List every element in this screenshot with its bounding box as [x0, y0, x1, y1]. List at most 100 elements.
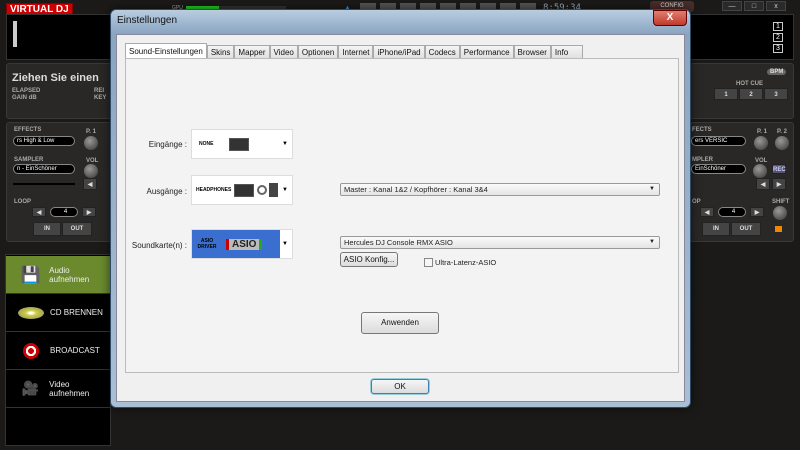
dropdown-arrow-icon: ▼: [282, 141, 288, 147]
tab-mapper[interactable]: Mapper: [234, 45, 270, 58]
inputs-label: Eingänge :: [148, 140, 187, 149]
right-p2-label: P. 2: [777, 129, 787, 135]
hot-cue-3[interactable]: 3: [764, 88, 788, 100]
apply-button[interactable]: Anwenden: [361, 312, 439, 334]
cd-icon: [16, 303, 46, 323]
key-label: KEY: [94, 95, 107, 101]
sampler-progress: [13, 183, 75, 185]
camera-icon: 🎥: [21, 380, 40, 396]
bpm-button[interactable]: BPM: [767, 69, 787, 75]
prev-button[interactable]: ◀: [83, 178, 97, 190]
tab-sound[interactable]: Sound-Einstellungen: [125, 43, 207, 58]
pitch-slider[interactable]: [13, 21, 17, 47]
dropdown-arrow-icon: ▼: [282, 241, 288, 247]
laptop-icon: [229, 137, 250, 151]
shift-knob[interactable]: [773, 206, 787, 220]
minimize-button[interactable]: —: [722, 1, 742, 11]
vol-label: VOL: [86, 158, 99, 164]
dropdown-arrow-icon: ▼: [649, 186, 655, 192]
headphones-icon: [257, 185, 268, 195]
loop-in-button[interactable]: IN: [33, 222, 61, 236]
tab-internet[interactable]: Internet: [338, 45, 374, 58]
deck-3-button[interactable]: 3: [773, 44, 783, 53]
sampler-select[interactable]: n - EinSchöner: [13, 164, 75, 174]
tab-bar: Sound-Einstellungen Skins Mapper Video O…: [125, 43, 584, 58]
tab-performance[interactable]: Performance: [459, 45, 514, 58]
tab-iphone[interactable]: iPhone/iPad: [373, 45, 425, 58]
loop-next-button[interactable]: ▶: [82, 207, 96, 217]
right-loop-in-button[interactable]: IN: [702, 222, 730, 236]
laptop-icon: [234, 183, 255, 197]
right-effect-select[interactable]: ers VERSIC: [691, 136, 746, 146]
hot-cue-1[interactable]: 1: [714, 88, 738, 100]
ultra-latency-checkbox[interactable]: [424, 258, 433, 267]
soundcard-device-value: Hercules DJ Console RMX ASIO: [344, 238, 453, 247]
deck-title: Ziehen Sie einen: [12, 72, 99, 84]
right-vol-knob[interactable]: [753, 164, 767, 178]
deck-2-button[interactable]: 2: [773, 33, 783, 42]
sidebar-label: CD BRENNEN: [50, 308, 103, 317]
soundcard-device-combo[interactable]: Hercules DJ Console RMX ASIO ▼: [340, 236, 660, 249]
effects-label: EFFECTS: [14, 127, 42, 133]
tab-info[interactable]: Info: [550, 45, 584, 58]
floppy-icon: 💾: [20, 266, 41, 284]
effect-select[interactable]: rs High & Low: [13, 136, 75, 146]
loop-prev-button[interactable]: ◀: [32, 207, 46, 217]
ultra-latency-label: Ultra-Latenz-ASIO: [435, 258, 497, 267]
outputs-channel-value: Master : Kanal 1&2 / Kopfhörer : Kanal 3…: [344, 185, 488, 194]
lock-icon[interactable]: [775, 226, 782, 232]
dialog-close-button[interactable]: X: [653, 10, 687, 26]
tab-video[interactable]: Video: [269, 45, 298, 58]
vol-knob[interactable]: [84, 164, 98, 178]
loop-select[interactable]: 4: [50, 207, 78, 217]
right-vol-label: VOL: [755, 158, 768, 164]
right-loop-label: OP: [692, 199, 701, 205]
sampler-label: SAMPLER: [14, 157, 44, 163]
remain-label: REI: [94, 88, 105, 94]
soundcard-select[interactable]: ASIO DRIVER ASIO ▼: [191, 229, 293, 259]
dialog-body: Sound-Einstellungen Skins Mapper Video O…: [116, 34, 685, 402]
asio-config-button[interactable]: ASIO Konfig...: [340, 252, 398, 267]
sidebar-item-video[interactable]: 🎥 Video aufnehmen: [6, 370, 110, 408]
sidebar-label: BROADCAST: [50, 346, 100, 355]
right-p2-knob[interactable]: [775, 136, 789, 150]
settings-dialog: Einstellungen X Sound-Einstellungen Skin…: [110, 9, 691, 408]
outputs-channel-combo[interactable]: Master : Kanal 1&2 / Kopfhörer : Kanal 3…: [340, 183, 660, 196]
rec-button[interactable]: REC: [772, 164, 786, 174]
right-loop-out-button[interactable]: OUT: [731, 222, 761, 236]
right-prev-button[interactable]: ◀: [756, 178, 770, 190]
p1-label: P. 1: [86, 129, 96, 135]
tab-codecs[interactable]: Codecs: [424, 45, 460, 58]
right-loop-prev-button[interactable]: ◀: [700, 207, 714, 217]
right-sampler-select[interactable]: EinSchöner: [691, 164, 746, 174]
right-p1-knob[interactable]: [754, 136, 768, 150]
sidebar-label: Video aufnehmen: [49, 379, 90, 398]
sidebar-item-cd[interactable]: CD BRENNEN: [6, 294, 110, 332]
right-loop-select[interactable]: 4: [718, 207, 746, 217]
outputs-select[interactable]: HEADPHONES ▼: [191, 175, 293, 205]
ok-button[interactable]: OK: [371, 379, 429, 394]
tab-options[interactable]: Optionen: [297, 45, 339, 58]
soundcard-value: ASIO DRIVER: [197, 238, 217, 250]
deck-1-button[interactable]: 1: [773, 22, 783, 31]
window-controls: — □ x: [722, 1, 786, 11]
dropdown-arrow-icon: ▼: [282, 187, 288, 193]
broadcast-icon: [16, 341, 46, 361]
gain-label: GAIN dB: [12, 95, 37, 101]
inputs-select[interactable]: NONE ▼: [191, 129, 293, 159]
shift-label: SHIFT: [772, 199, 790, 205]
dropdown-arrow-icon: ▼: [649, 239, 655, 245]
close-button[interactable]: x: [766, 1, 786, 11]
hot-cue-2[interactable]: 2: [739, 88, 763, 100]
loop-out-button[interactable]: OUT: [62, 222, 92, 236]
outputs-value: HEADPHONES: [196, 187, 232, 193]
sidebar-item-broadcast[interactable]: BROADCAST: [6, 332, 110, 370]
sound-settings-panel: Eingänge : NONE ▼ Ausgänge : HEADPHONES …: [125, 58, 679, 373]
right-loop-next-button[interactable]: ▶: [750, 207, 764, 217]
maximize-button[interactable]: □: [744, 1, 764, 11]
p1-knob[interactable]: [84, 136, 98, 150]
right-next-button[interactable]: ▶: [772, 178, 786, 190]
tab-skins[interactable]: Skins: [206, 45, 235, 58]
sidebar-item-audio[interactable]: 💾 Audio aufnehmen: [6, 256, 110, 294]
tab-browser[interactable]: Browser: [513, 45, 551, 58]
